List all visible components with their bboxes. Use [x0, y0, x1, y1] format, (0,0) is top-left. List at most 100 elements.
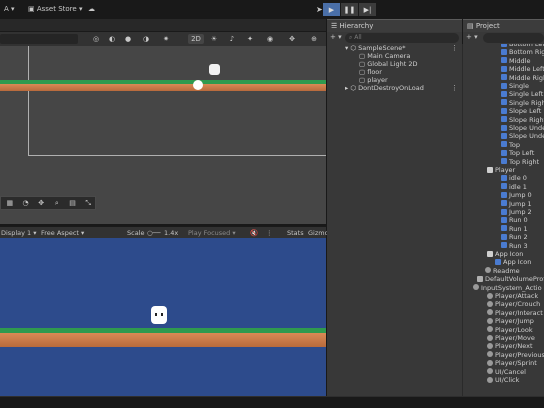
project-item-label: Single Left: [509, 90, 544, 99]
asset-store-button[interactable]: ▣ Asset Store ▾: [28, 4, 82, 15]
scene-menu-icon[interactable]: ⋮: [451, 44, 458, 52]
project-item[interactable]: Single Right: [501, 99, 544, 107]
visibility-icon[interactable]: ◉: [264, 34, 276, 44]
project-item[interactable]: App Icon: [487, 250, 523, 258]
shading-mode-icon[interactable]: ◎: [90, 34, 102, 44]
tab-hierarchy[interactable]: ☰ Hierarchy: [327, 19, 462, 32]
mute-audio-icon[interactable]: 🔇: [250, 228, 258, 238]
step-button[interactable]: ▶|: [359, 3, 376, 16]
scene-search-field[interactable]: [0, 34, 78, 44]
project-item[interactable]: Slope Right: [501, 116, 544, 124]
project-item[interactable]: InputSystem_Actio: [473, 284, 542, 292]
project-item[interactable]: Top Left: [501, 149, 534, 157]
audio-toggle-icon[interactable]: ♪: [226, 34, 238, 44]
project-item[interactable]: Run 0: [501, 216, 528, 224]
render-settings-icon[interactable]: ⋮: [266, 228, 273, 238]
gizmos-icon[interactable]: ✥: [286, 34, 298, 44]
gizmos-button[interactable]: Gizmo: [308, 228, 329, 238]
project-item-label: InputSystem_Actio: [481, 283, 542, 292]
project-item[interactable]: Player/Interact: [487, 309, 543, 317]
cloud-icon[interactable]: ☁: [88, 4, 95, 15]
ddol-menu-icon[interactable]: ⋮: [451, 84, 458, 92]
tool-2d-button[interactable]: 2D: [188, 34, 204, 44]
light-toggle-icon[interactable]: ☀: [208, 34, 220, 44]
effects-toggle-icon[interactable]: ✦: [244, 34, 256, 44]
play-focused-dropdown[interactable]: Play Focused ▾: [188, 228, 236, 238]
tab-project[interactable]: ▤ Project: [463, 19, 544, 32]
play-button[interactable]: ▶: [323, 3, 340, 16]
search-icon[interactable]: ⌕: [50, 198, 64, 208]
project-item[interactable]: Player/Look: [487, 326, 533, 334]
lighting-icon[interactable]: ◑: [140, 34, 152, 44]
scene-toolbar: ◎ ◐ ● ◑ ✷ 2D ☀ ♪ ✦ ◉ ✥ ⊕: [0, 32, 326, 46]
palette-icon[interactable]: ▦: [3, 198, 17, 208]
hierarchy-row-main-camera[interactable]: ▢ Main Camera: [327, 52, 462, 60]
project-item[interactable]: Single: [501, 82, 529, 90]
project-item[interactable]: Jump 0: [501, 191, 532, 199]
snap-icon[interactable]: ⤡: [81, 198, 95, 208]
project-item[interactable]: App Icon: [495, 258, 531, 266]
hierarchy-row-player[interactable]: ▢ player: [327, 76, 462, 84]
project-item[interactable]: Player/Sprint: [487, 359, 537, 367]
orbit-icon[interactable]: ◔: [19, 198, 33, 208]
project-item[interactable]: Run 2: [501, 233, 528, 241]
project-item[interactable]: Bottom Right: [501, 48, 544, 56]
project-item[interactable]: Run 3: [501, 242, 528, 250]
hierarchy-row-dontdestroyonload[interactable]: ▸ ⬡ DontDestroyOnLoad: [327, 84, 462, 92]
project-item[interactable]: Player: [487, 166, 515, 174]
project-item[interactable]: Player/Crouch: [487, 300, 540, 308]
project-item-label: Slope Right: [509, 115, 544, 124]
stats-button[interactable]: Stats: [287, 228, 304, 238]
move-icon[interactable]: ✥: [34, 198, 48, 208]
project-item[interactable]: idle 1: [501, 183, 527, 191]
globe-icon[interactable]: ⊕: [308, 34, 320, 44]
light-gizmo-icon[interactable]: [193, 80, 203, 90]
hierarchy-search-input[interactable]: ⌕ All: [345, 33, 459, 43]
project-item[interactable]: Slope Under: [501, 124, 544, 132]
project-item[interactable]: Top Right: [501, 158, 539, 166]
project-item[interactable]: Jump 2: [501, 208, 532, 216]
shaded-icon[interactable]: ●: [122, 34, 134, 44]
project-item[interactable]: Slope Left: [501, 107, 541, 115]
project-item[interactable]: Middle: [501, 57, 530, 65]
hierarchy-add-button[interactable]: + ▾: [330, 33, 342, 41]
scale-slider[interactable]: ○──: [147, 228, 161, 238]
project-item[interactable]: Slope Under: [501, 132, 544, 140]
game-view[interactable]: [0, 238, 326, 396]
project-add-button[interactable]: + ▾: [466, 33, 478, 41]
project-item[interactable]: Middle Left: [501, 65, 544, 73]
status-bar: [0, 396, 544, 408]
wireframe-icon[interactable]: ◐: [106, 34, 118, 44]
fx-icon[interactable]: ✷: [160, 34, 172, 44]
project-item[interactable]: Player/Attack: [487, 292, 538, 300]
aspect-dropdown[interactable]: Free Aspect ▾: [41, 228, 84, 238]
sprite-icon: [501, 216, 507, 223]
gameobject-icon: [487, 300, 493, 307]
main-toolbar: A ▾ ▣ Asset Store ▾ ☁ ➤ ▶ ❚❚ ▶|: [0, 0, 544, 19]
project-item[interactable]: Single Left: [501, 90, 543, 98]
project-item[interactable]: Run 1: [501, 225, 528, 233]
project-item-label: Jump 2: [509, 208, 532, 216]
hierarchy-row-scene[interactable]: ▾ ⬡ SampleScene*: [327, 44, 462, 52]
project-item-label: Slope Left: [509, 107, 542, 116]
display-dropdown[interactable]: Display 1 ▾: [1, 228, 37, 238]
account-button[interactable]: A ▾: [4, 4, 15, 15]
project-item[interactable]: Player/Move: [487, 334, 535, 342]
hierarchy-row-floor[interactable]: ▢ floor: [327, 68, 462, 76]
pause-button[interactable]: ❚❚: [341, 3, 358, 16]
project-item[interactable]: Middle Right: [501, 74, 544, 82]
scene-player-sprite[interactable]: [209, 64, 220, 75]
hierarchy-row-global-light[interactable]: ▢ Global Light 2D: [327, 60, 462, 68]
project-item[interactable]: UI/Cancel: [487, 368, 526, 376]
project-item[interactable]: DefaultVolumeProfi: [477, 275, 544, 283]
project-item[interactable]: UI/Click: [487, 376, 519, 384]
grid-icon[interactable]: ▤: [66, 198, 80, 208]
project-item[interactable]: Player/Jump: [487, 317, 534, 325]
project-item[interactable]: Player/Next: [487, 342, 533, 350]
project-item[interactable]: Readme: [485, 267, 520, 275]
project-item[interactable]: Jump 1: [501, 200, 532, 208]
project-search-input[interactable]: [483, 33, 544, 43]
project-item[interactable]: Player/Previous: [487, 351, 544, 359]
project-item[interactable]: Top: [501, 141, 520, 149]
project-item[interactable]: idle 0: [501, 174, 527, 182]
